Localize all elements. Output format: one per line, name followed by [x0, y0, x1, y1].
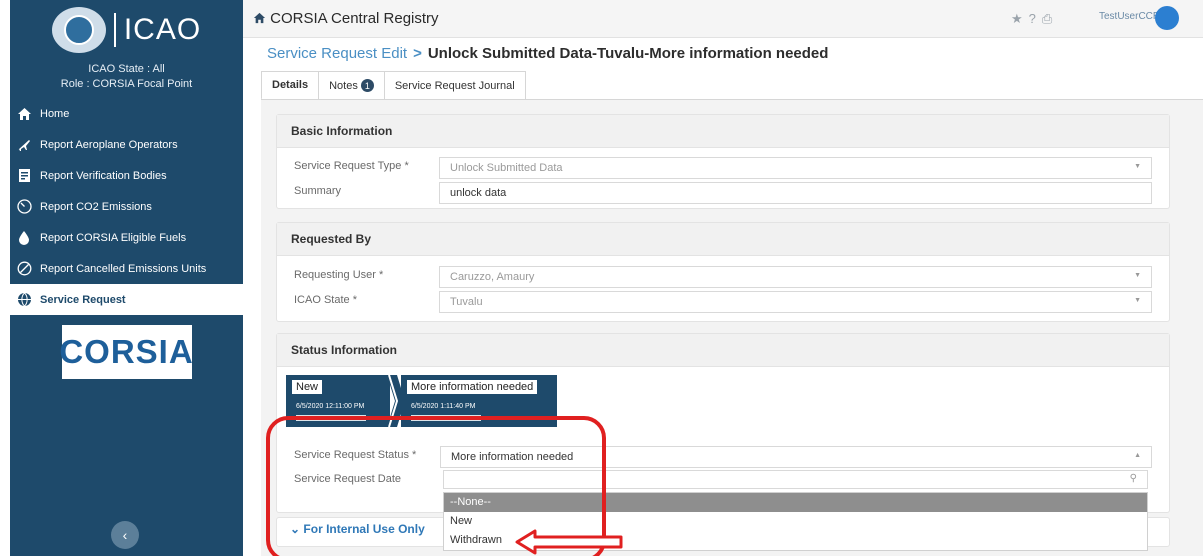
caret-down-icon: ▼ — [1134, 272, 1141, 279]
sidebar-item-label: Report Cancelled Emissions Units — [40, 262, 207, 275]
airplane-icon — [16, 137, 32, 153]
sidebar-item-label: Report CO2 Emissions — [40, 200, 152, 213]
globe-icon — [16, 292, 32, 308]
star-icon[interactable]: ★ — [1011, 11, 1029, 26]
breadcrumb: Service Request Edit > Unlock Submitted Da… — [267, 45, 828, 62]
section-title: Requested By — [277, 223, 1169, 256]
field-label: ICAO State * — [294, 294, 357, 306]
home-small-icon — [253, 10, 270, 27]
caret-down-icon: ▼ — [1134, 163, 1141, 170]
cancel-icon — [16, 261, 32, 277]
page-title: Unlock Submitted Data-Tuvalu-More inform… — [427, 45, 829, 62]
section-title: Status Information — [277, 334, 1169, 367]
service-request-type-select: Unlock Submitted Data ▼ — [439, 157, 1152, 179]
collapse-sidebar-button[interactable]: ‹ — [111, 521, 139, 549]
home-icon — [16, 106, 32, 122]
stage-name: New — [292, 380, 323, 394]
corsia-logo: CORSIA — [59, 325, 193, 379]
requested-by-card: Requested By Requesting User * Caruzzo, … — [276, 222, 1170, 322]
app-title[interactable]: CORSIA Central Registry — [253, 10, 439, 27]
chevron-left-icon: ‹ — [122, 527, 128, 543]
sidebar-nav: Home Report Aeroplane Operators Report V… — [10, 98, 243, 315]
search-icon: ⚲ — [1129, 473, 1137, 484]
annotation-arrow-icon — [515, 529, 623, 555]
breadcrumb-link[interactable]: Service Request Edit — [267, 45, 407, 62]
sidebar-item-label: Report Aeroplane Operators — [40, 138, 178, 151]
icao-state-row: ICAO State * Tuvalu ▼ — [277, 291, 1169, 313]
sidebar-item-label: Report Verification Bodies — [40, 169, 167, 182]
section-title: Basic Information — [277, 115, 1169, 148]
tab-label: Notes — [329, 79, 358, 92]
document-icon — [16, 168, 32, 184]
co2-gauge-icon — [16, 199, 32, 215]
field-value: Caruzzo, Amaury — [450, 271, 535, 283]
user-avatar-icon[interactable] — [1155, 6, 1179, 30]
sidebar-item-aeroplane-operators[interactable]: Report Aeroplane Operators — [10, 129, 243, 160]
field-value: Unlock Submitted Data — [450, 162, 563, 174]
tab-label: Details — [272, 79, 309, 91]
sidebar-item-eligible-fuels[interactable]: Report CORSIA Eligible Fuels — [10, 222, 243, 253]
fuel-drop-icon — [16, 230, 32, 246]
sidebar-item-service-request[interactable]: Service Request — [10, 284, 243, 315]
top-icons: ★?⎙ — [1011, 11, 1058, 27]
sidebar-item-co2-emissions[interactable]: Report CO2 Emissions — [10, 191, 243, 222]
tabs: Details Notes 1 Service Request Journal — [261, 71, 526, 100]
summary-input[interactable]: unlock data — [439, 182, 1152, 204]
logo-text: ICAO — [123, 13, 202, 46]
service-request-type-row: Service Request Type * Unlock Submitted … — [277, 157, 1169, 179]
breadcrumb-separator: > — [413, 45, 422, 62]
field-label: Requesting User * — [294, 269, 384, 281]
sidebar: ICAO ICAO State : All Role : CORSIA Foca… — [10, 0, 243, 556]
tab-notes[interactable]: Notes 1 — [318, 71, 385, 99]
icao-state-select: Tuvalu ▼ — [439, 291, 1152, 313]
username[interactable]: TestUserCCR — [1099, 11, 1160, 22]
requesting-user-select: Caruzzo, Amaury ▼ — [439, 266, 1152, 288]
role-info: ICAO State : All Role : CORSIA Focal Poi… — [10, 62, 243, 92]
sidebar-item-home[interactable]: Home — [10, 98, 243, 129]
field-value: unlock data — [450, 187, 507, 199]
sidebar-item-label: Report CORSIA Eligible Fuels — [40, 231, 187, 244]
caret-up-icon: ▲ — [1134, 452, 1141, 459]
icao-state-label: ICAO State : All — [88, 63, 165, 75]
help-icon[interactable]: ? — [1029, 11, 1042, 26]
field-label: Summary — [294, 185, 342, 197]
role-label: Role : CORSIA Focal Point — [60, 78, 193, 90]
app-title-text: CORSIA Central Registry — [270, 10, 439, 27]
stage-date: 6/5/2020 12:11:00 PM — [296, 403, 365, 410]
field-value: Tuvalu — [450, 296, 483, 308]
sidebar-item-cancelled-emissions[interactable]: Report Cancelled Emissions Units — [10, 253, 243, 284]
tab-label: Service Request Journal — [394, 79, 515, 92]
stage-date: 6/5/2020 1:11:40 PM — [411, 403, 476, 410]
caret-down-icon: ▼ — [1134, 297, 1141, 304]
sidebar-item-verification-bodies[interactable]: Report Verification Bodies — [10, 160, 243, 191]
top-bar: CORSIA Central Registry ★?⎙ TestUserCCR — [243, 0, 1203, 38]
logo-divider — [113, 13, 116, 47]
notes-count-badge: 1 — [360, 79, 374, 92]
summary-row: Summary unlock data — [277, 182, 1169, 204]
tab-details[interactable]: Details — [261, 71, 320, 100]
icao-emblem-icon — [51, 7, 106, 53]
icao-logo: ICAO — [10, 0, 243, 60]
sidebar-item-label: Service Request — [40, 293, 126, 306]
stage-name: More information needed — [407, 380, 538, 394]
basic-information-card: Basic Information Service Request Type *… — [276, 114, 1170, 209]
requesting-user-row: Requesting User * Caruzzo, Amaury ▼ — [277, 266, 1169, 288]
print-icon[interactable]: ⎙ — [1042, 11, 1058, 26]
tab-service-request-journal[interactable]: Service Request Journal — [383, 71, 526, 99]
field-label: Service Request Type * — [294, 160, 409, 172]
sidebar-item-label: Home — [40, 107, 70, 120]
